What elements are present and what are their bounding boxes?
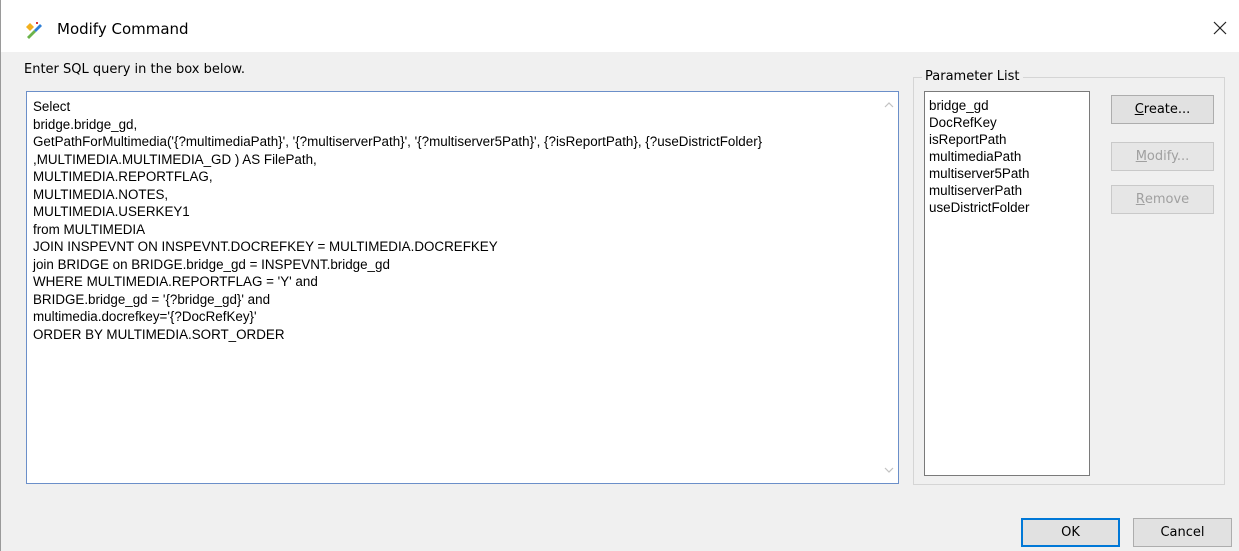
ok-button[interactable]: OK xyxy=(1021,518,1120,547)
remove-parameter-button[interactable]: Remove xyxy=(1111,185,1214,214)
parameter-item[interactable]: multimediaPath xyxy=(929,148,1089,165)
sql-line: from MULTIMEDIA xyxy=(33,221,146,237)
sql-query-text: Select bridge.bridge_gd, GetPathForMulti… xyxy=(33,98,873,343)
parameter-list-legend: Parameter List xyxy=(922,69,1023,84)
sql-line: ORDER BY MULTIMEDIA.SORT_ORDER xyxy=(33,326,285,342)
parameter-item[interactable]: multiserver5Path xyxy=(929,165,1089,182)
create-label: reate... xyxy=(1143,102,1191,117)
scroll-down-icon[interactable] xyxy=(884,465,894,475)
sql-line: Select xyxy=(33,99,71,114)
sql-line: MULTIMEDIA.REPORTFLAG, xyxy=(33,169,213,184)
window-title: Modify Command xyxy=(57,20,189,38)
modify-label: odify... xyxy=(1146,149,1190,164)
close-button[interactable] xyxy=(1200,10,1239,46)
parameter-item[interactable]: DocRefKey xyxy=(929,114,1089,131)
title-bar: Modify Command xyxy=(1,0,1239,52)
sql-query-textarea[interactable]: Select bridge.bridge_gd, GetPathForMulti… xyxy=(26,91,899,484)
cancel-button[interactable]: Cancel xyxy=(1133,518,1232,547)
modify-command-dialog: Modify Command Enter SQL query in the bo… xyxy=(0,0,1239,551)
sql-line: MULTIMEDIA.NOTES, xyxy=(33,186,169,202)
parameter-item[interactable]: bridge_gd xyxy=(929,97,1089,114)
parameter-listbox[interactable]: bridge_gd DocRefKey isReportPath multime… xyxy=(924,91,1090,476)
sql-line: GetPathForMultimedia('{?multimediaPath}'… xyxy=(33,134,763,149)
parameter-item[interactable]: isReportPath xyxy=(929,131,1089,148)
parameter-item[interactable]: useDistrictFolder xyxy=(929,199,1089,216)
sql-hint-label: Enter SQL query in the box below. xyxy=(24,62,246,77)
sql-line: join BRIDGE on BRIDGE.bridge_gd = INSPEV… xyxy=(33,256,390,272)
title-bar-top-edge xyxy=(1,0,1239,6)
create-parameter-button[interactable]: Create... xyxy=(1111,95,1214,124)
sql-line: multimedia.docrefkey='{?DocRefKey}' xyxy=(33,309,257,324)
remove-mnemonic: R xyxy=(1135,192,1145,207)
sql-line: BRIDGE.bridge_gd = '{?bridge_gd}' and xyxy=(33,291,271,307)
sql-line: ,MULTIMEDIA.MULTIMEDIA_GD ) AS FilePath, xyxy=(33,151,317,167)
create-mnemonic: C xyxy=(1134,102,1144,117)
sql-line: bridge.bridge_gd, xyxy=(33,116,138,132)
sql-line: WHERE MULTIMEDIA.REPORTFLAG = 'Y' and xyxy=(33,274,318,289)
sql-vertical-scrollbar[interactable] xyxy=(880,93,897,482)
close-icon xyxy=(1213,21,1227,35)
sql-line: JOIN INSPEVNT ON INSPEVNT.DOCREFKEY = MU… xyxy=(33,239,498,254)
remove-label: emove xyxy=(1144,192,1190,207)
modify-parameter-button[interactable]: Modify... xyxy=(1111,142,1214,171)
modify-mnemonic: M xyxy=(1135,149,1147,164)
sql-line: MULTIMEDIA.USERKEY1 xyxy=(33,204,190,219)
command-edit-icon xyxy=(26,22,42,39)
parameter-item[interactable]: multiserverPath xyxy=(929,182,1089,199)
scroll-up-icon[interactable] xyxy=(884,100,894,110)
